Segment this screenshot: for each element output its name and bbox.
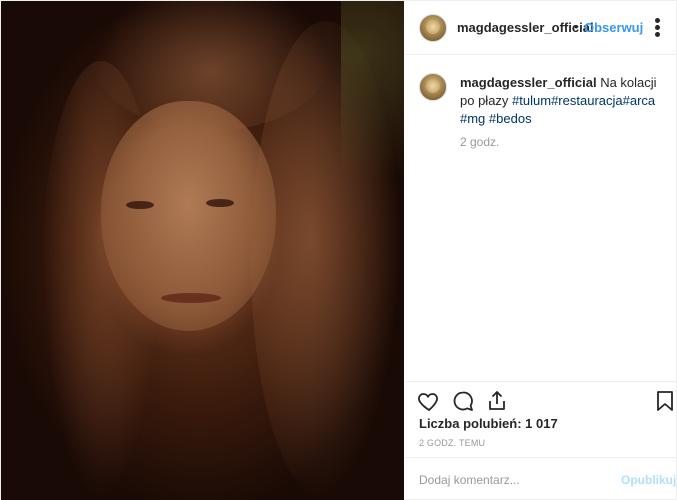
hashtag-link[interactable]: #arca xyxy=(623,93,656,108)
more-options-icon[interactable] xyxy=(655,18,661,38)
header-separator: • xyxy=(574,19,579,34)
hashtag-link[interactable]: #restauracja xyxy=(551,93,623,108)
likes-count[interactable]: Liczba polubień: 1 017 xyxy=(419,416,558,431)
hashtag-link[interactable]: #mg xyxy=(460,111,485,126)
caption-avatar[interactable] xyxy=(419,73,447,101)
caption-username[interactable]: magdagessler_official xyxy=(460,75,597,90)
post-header: magdagessler_official • Obserwuj xyxy=(405,1,677,55)
bookmark-icon[interactable] xyxy=(653,389,677,413)
hashtag-link[interactable]: #bedos xyxy=(489,111,532,126)
post-side-panel: magdagessler_official • Obserwuj magdage… xyxy=(405,1,677,500)
instagram-post: magdagessler_official • Obserwuj magdage… xyxy=(0,0,677,500)
add-comment-section: Opublikuj xyxy=(405,457,677,500)
heart-icon[interactable] xyxy=(417,389,441,413)
post-timestamp[interactable]: 2 GODZ. TEMU xyxy=(419,438,485,448)
photo-mouth xyxy=(161,293,221,303)
follow-button[interactable]: Obserwuj xyxy=(584,20,643,35)
publish-button[interactable]: Opublikuj xyxy=(621,473,676,487)
comments-area: magdagessler_official Na kolacji po płaz… xyxy=(405,56,677,381)
photo-background-plant xyxy=(341,1,404,261)
photo-eye-left xyxy=(126,201,154,209)
photo-eye-right xyxy=(206,199,234,207)
post-photo[interactable] xyxy=(1,1,404,500)
avatar[interactable] xyxy=(419,14,447,42)
caption-text: magdagessler_official Na kolacji po płaz… xyxy=(460,74,665,128)
hashtag-link[interactable]: #tulum xyxy=(512,93,551,108)
action-bar xyxy=(405,381,677,415)
comment-timestamp[interactable]: 2 godz. xyxy=(460,135,499,149)
comment-bubble-icon[interactable] xyxy=(451,389,475,413)
share-icon[interactable] xyxy=(485,389,509,413)
comment-input[interactable] xyxy=(419,470,609,490)
